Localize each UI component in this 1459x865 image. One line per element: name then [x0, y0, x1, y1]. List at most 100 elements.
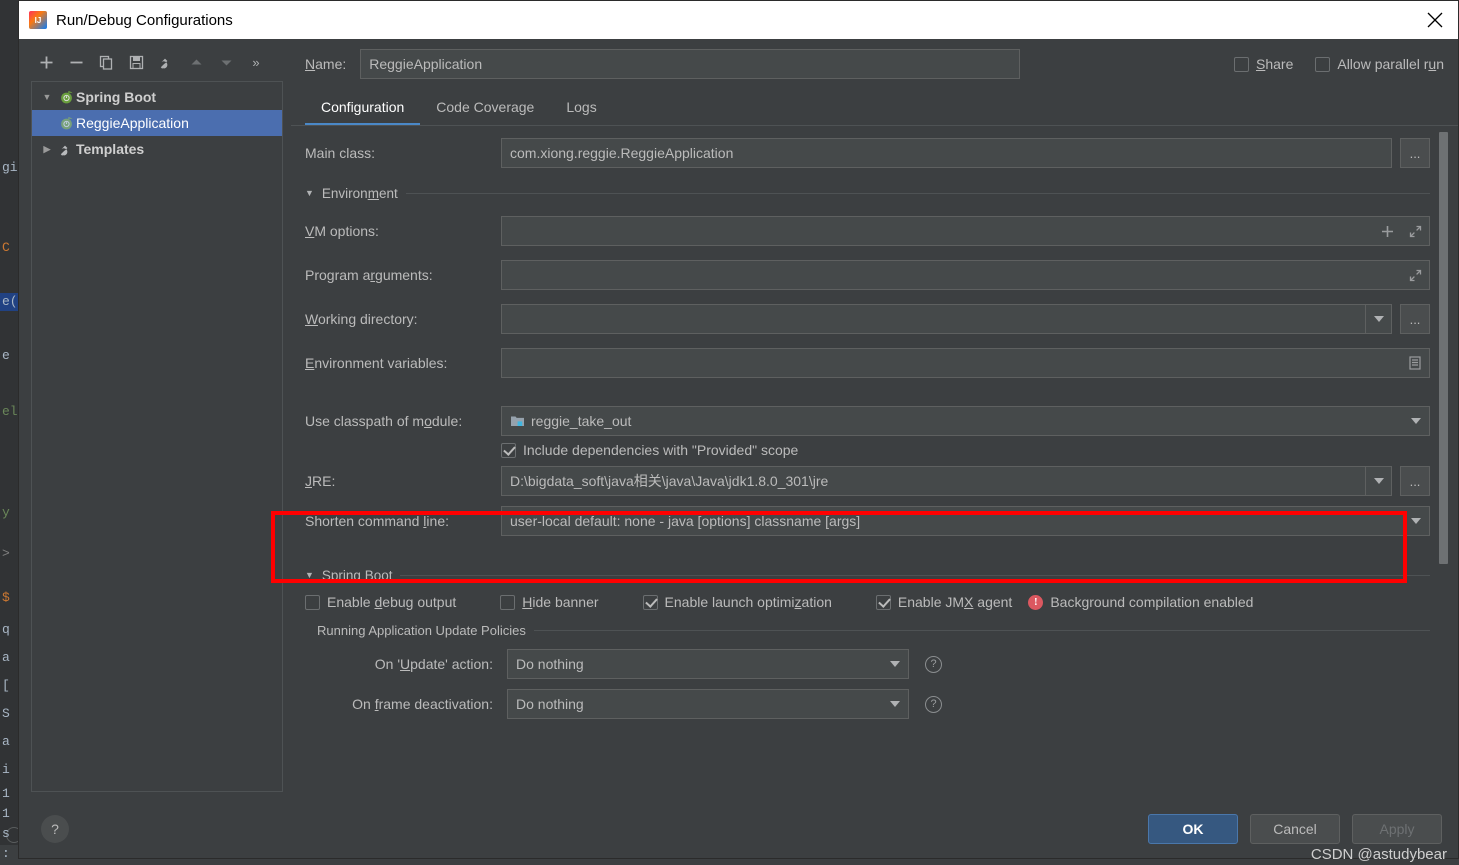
on-update-action-value: Do nothing — [516, 656, 584, 672]
wrench-icon[interactable] — [151, 49, 181, 75]
add-macro-icon[interactable] — [1373, 217, 1401, 245]
hide-banner-checkbox[interactable]: Hide banner — [500, 594, 599, 610]
shorten-command-line-combo[interactable]: user-local default: none - java [options… — [501, 506, 1430, 536]
spring-boot-section-header[interactable]: ▼ Spring Boot — [305, 564, 1430, 586]
jre-combo[interactable]: D:\bigdata_soft\java相关\java\Java\jdk1.8.… — [501, 466, 1392, 496]
update-policies-label: Running Application Update Policies — [317, 622, 526, 638]
share-options: Share Allow parallel run — [1233, 56, 1444, 72]
include-dependencies-checkbox[interactable]: Include dependencies with "Provided" sco… — [501, 442, 798, 458]
chevron-down-icon[interactable] — [1365, 305, 1391, 333]
program-arguments-label: Program arguments: — [305, 267, 433, 283]
checkbox-box — [875, 594, 891, 610]
on-frame-deactivation-combo[interactable]: Do nothing — [507, 689, 909, 719]
environment-section-header[interactable]: ▼ Environment — [305, 182, 1430, 204]
name-row: Name: ReggieApplication Share Allow para… — [291, 39, 1458, 89]
enable-launch-optimization-checkbox[interactable]: Enable launch optimization — [642, 594, 832, 610]
tree-item-reggieapplication[interactable]: ReggieApplication — [32, 110, 282, 136]
chevron-down-icon[interactable] — [1365, 467, 1391, 495]
editor-tabs: Configuration Code Coverage Logs — [291, 89, 1458, 125]
spring-boot-section-label: Spring Boot — [321, 567, 393, 583]
tree-group-templates[interactable]: ▶ Templates — [32, 136, 282, 162]
environment-variables-input[interactable] — [501, 348, 1430, 378]
chevron-down-icon[interactable] — [882, 690, 908, 718]
tree-group-spring-boot[interactable]: ▼ Spring Boot — [32, 84, 282, 110]
expand-editor-icon[interactable] — [1401, 261, 1429, 289]
tree-group-label: Spring Boot — [76, 89, 157, 105]
dialog-title-bar: Run/Debug Configurations — [19, 1, 1458, 39]
enable-debug-output-checkbox[interactable]: Enable debug output — [305, 594, 456, 610]
expand-editor-icon[interactable] — [1401, 217, 1429, 245]
copy-configuration-button[interactable] — [91, 49, 121, 75]
chevron-down-icon[interactable] — [882, 650, 908, 678]
name-input[interactable]: ReggieApplication — [360, 49, 1021, 79]
vm-options-label: VM options: — [305, 223, 379, 239]
help-button[interactable]: ? — [41, 815, 69, 843]
vm-options-input[interactable] — [501, 216, 1430, 246]
working-directory-input[interactable] — [501, 304, 1392, 334]
include-dependencies-row: Include dependencies with "Provided" sco… — [305, 442, 1430, 458]
main-class-browse-button[interactable]: ... — [1400, 138, 1430, 168]
configurations-tree[interactable]: ▼ Spring Boot ReggieApplication ▶ Templa… — [31, 81, 283, 792]
main-class-input[interactable]: com.xiong.reggie.ReggieApplication — [501, 138, 1392, 168]
enable-launch-optimization-label: Enable launch optimization — [664, 594, 832, 610]
remove-configuration-button[interactable] — [61, 49, 91, 75]
chevron-down-icon[interactable]: ▼ — [38, 92, 56, 102]
chevron-right-icon[interactable]: ▶ — [38, 144, 56, 155]
jre-value: D:\bigdata_soft\java相关\java\Java\jdk1.8.… — [510, 473, 829, 489]
chevron-down-icon[interactable]: ▼ — [305, 188, 314, 198]
more-actions-button[interactable]: » — [241, 49, 271, 75]
name-input-value: ReggieApplication — [369, 56, 483, 72]
jre-row: JRE: D:\bigdata_soft\java相关\java\Java\jd… — [305, 464, 1430, 498]
on-update-action-combo[interactable]: Do nothing — [507, 649, 909, 679]
use-classpath-combo[interactable]: reggie_take_out — [501, 406, 1430, 436]
save-configuration-button[interactable] — [121, 49, 151, 75]
enable-jmx-agent-checkbox[interactable]: Enable JMX agent — [875, 594, 1012, 610]
shorten-command-line-row: Shorten command line: user-local default… — [305, 504, 1430, 538]
use-classpath-value: reggie_take_out — [531, 413, 632, 429]
spring-boot-options: Enable debug output Hide banner Enable l… — [305, 594, 1430, 610]
environment-variables-list-icon[interactable] — [1401, 349, 1429, 377]
spring-boot-icon — [56, 116, 76, 131]
chevron-down-icon[interactable] — [1403, 407, 1429, 435]
question-circle-icon[interactable]: ? — [925, 695, 942, 713]
cancel-button[interactable]: Cancel — [1250, 814, 1340, 844]
working-directory-label: Working directory: — [305, 311, 418, 327]
environment-variables-label: Environment variables: — [305, 355, 448, 371]
ok-button[interactable]: OK — [1148, 814, 1238, 844]
dialog-title: Run/Debug Configurations — [56, 11, 233, 29]
question-circle-icon[interactable]: ? — [925, 655, 942, 673]
section-divider — [533, 629, 1430, 631]
background-compilation-warning: ! Background compilation enabled — [1028, 594, 1253, 610]
share-label: Share — [1255, 56, 1294, 72]
chevron-down-icon[interactable]: ▼ — [305, 570, 314, 580]
configuration-editor-pane: Name: ReggieApplication Share Allow para… — [291, 39, 1458, 800]
move-down-button[interactable] — [211, 49, 241, 75]
tab-configuration[interactable]: Configuration — [305, 91, 421, 125]
checkbox-box — [1233, 56, 1249, 72]
checkbox-box — [501, 442, 516, 458]
share-checkbox[interactable]: Share — [1233, 56, 1294, 72]
chevron-down-icon[interactable] — [1403, 507, 1429, 535]
tab-logs[interactable]: Logs — [550, 91, 612, 125]
spring-boot-icon — [56, 90, 76, 105]
tab-code-coverage[interactable]: Code Coverage — [420, 91, 550, 125]
environment-variables-row: Environment variables: — [305, 346, 1430, 380]
move-up-button[interactable] — [181, 49, 211, 75]
checkbox-box — [642, 594, 658, 610]
working-directory-browse-button[interactable]: ... — [1400, 304, 1430, 334]
form-vertical-scrollbar[interactable] — [1439, 132, 1448, 564]
jre-browse-button[interactable]: ... — [1400, 466, 1430, 496]
wrench-icon — [56, 142, 76, 157]
use-classpath-label: Use classpath of module: — [305, 413, 463, 429]
add-configuration-button[interactable] — [31, 49, 61, 75]
checkbox-box — [305, 594, 320, 610]
allow-parallel-run-checkbox[interactable]: Allow parallel run — [1315, 56, 1444, 72]
apply-button: Apply — [1352, 814, 1442, 844]
run-debug-configurations-dialog: Run/Debug Configurations — [18, 0, 1459, 859]
update-policies-header: Running Application Update Policies — [317, 620, 1430, 640]
error-circle-icon: ! — [1028, 594, 1044, 610]
checkbox-box — [500, 594, 516, 610]
on-frame-deactivation-value: Do nothing — [516, 696, 584, 712]
close-icon[interactable] — [1412, 1, 1458, 39]
program-arguments-input[interactable] — [501, 260, 1430, 290]
